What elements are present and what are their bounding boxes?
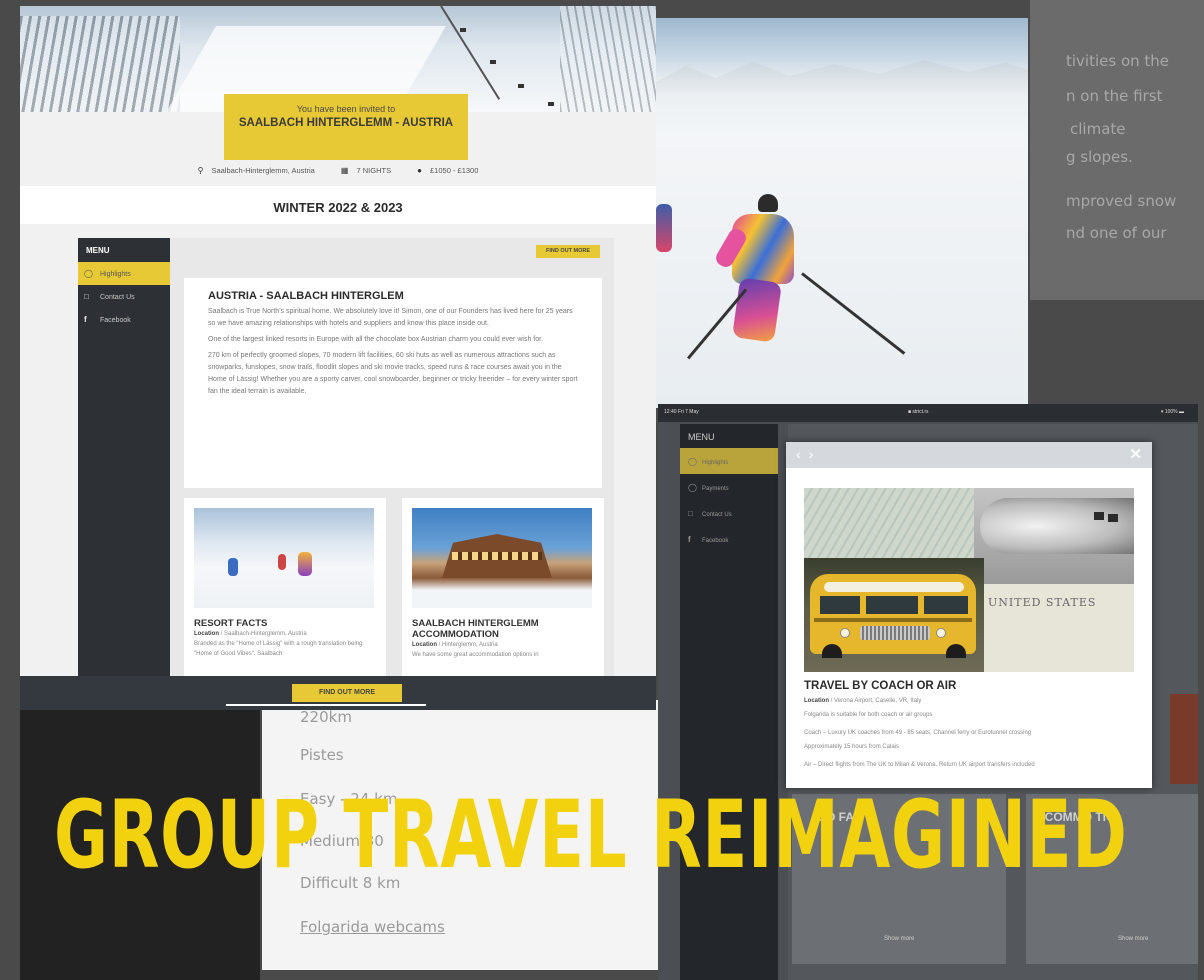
circle-icon: ◯ (688, 457, 697, 466)
location-info: ⚲ Saalbach-Hinterglemm, Austria (197, 166, 315, 175)
modal-text: Air – Direct flights from The UK to Mila… (804, 762, 1035, 768)
card-image (1170, 694, 1198, 784)
background-text: tivities on the (1066, 52, 1170, 70)
card-title: SAALBACH HINTERGLEMM ACCOMMODATION (412, 618, 539, 640)
circle-icon: ◯ (84, 269, 93, 278)
modal-header: ‹› ✕ (786, 442, 1152, 468)
card-text: Branded as the "Home of Lässig" with a r… (194, 641, 363, 657)
calendar-icon: ▦ (340, 166, 349, 175)
travel-collage-image: UNITED STATES (804, 488, 1134, 672)
sidebar-item-contact-us[interactable]: □ Contact Us (78, 285, 170, 308)
show-more-link[interactable]: Show more (1118, 936, 1148, 942)
battery-icon: ▾ 100% ▬ (1160, 409, 1184, 415)
modal-text: Coach – Luxury UK coaches from 49 - 85 s… (804, 730, 1032, 736)
facebook-icon: f (84, 315, 87, 324)
find-out-more-button[interactable]: FIND OUT MORE (536, 245, 600, 258)
travel-modal: ‹› ✕ UNITED STATES TRAVEL BY COACH OR AI… (786, 442, 1152, 788)
pin-icon: ⚲ (197, 166, 204, 175)
menu-title: MENU (688, 432, 715, 442)
chat-icon: □ (84, 292, 89, 301)
background-text: g slopes. (1066, 148, 1133, 166)
status-time: 12:40 Fri 7 May (664, 409, 699, 415)
sidebar-menu: MENU ◯ Highlights □ Contact Us f Facebook (78, 238, 170, 710)
modal-title: TRAVEL BY COACH OR AIR (804, 680, 957, 692)
article-paragraph: One of the largest linked resorts in Eur… (208, 336, 544, 343)
facebook-icon: f (688, 535, 691, 544)
modal-text: Approximately 15 hours from Calais (804, 744, 900, 750)
chat-icon: □ (688, 509, 693, 518)
price-info: ● £1050 - £1300 (417, 166, 479, 175)
invite-banner: You have been invited to SAALBACH HINTER… (224, 94, 468, 160)
article-paragraph: 270 km of perfectly groomed slopes, 70 m… (208, 352, 578, 395)
article-title: AUSTRIA - SAALBACH HINTERGLEM (208, 290, 404, 302)
modal-nav: ‹› (796, 446, 821, 462)
sidebar-item-payments[interactable]: ◯ Payments (680, 474, 778, 500)
status-url: ■ strict.rs (908, 409, 929, 415)
show-more-link[interactable]: Show more (884, 936, 914, 942)
article-paragraph: Saalbach is True North's spiritual home.… (208, 308, 573, 327)
headline: GROUP TRAVEL REIMAGINED (54, 781, 1128, 890)
webcams-link[interactable]: Folgarida webcams (300, 918, 445, 936)
sidebar-item-contact-us[interactable]: □ Contact Us (680, 500, 778, 526)
pound-icon: ◯ (688, 483, 697, 492)
sidebar-item-facebook[interactable]: f Facebook (680, 526, 778, 552)
website-screenshot: You have been invited to SAALBACH HINTER… (20, 6, 656, 710)
card-title: RESORT FACTS (194, 618, 268, 629)
chevron-right-icon[interactable]: › (809, 446, 822, 462)
background-text: climate (1070, 120, 1126, 138)
coin-icon: ● (417, 166, 423, 175)
background-text: Pistes (300, 746, 344, 764)
card-location: Location / Saalbach-Hinterglemm, Austria (194, 631, 307, 637)
sidebar-item-facebook[interactable]: f Facebook (78, 308, 170, 331)
nights-info: ▦ 7 NIGHTS (340, 166, 392, 175)
card-location: Location / Hinterglemm, Austria (412, 642, 498, 648)
background-text: nd one of our (1066, 224, 1167, 242)
trip-info: ⚲ Saalbach-Hinterglemm, Austria ▦ 7 NIGHTS… (20, 166, 656, 175)
background-text: mproved snow (1066, 192, 1177, 210)
chevron-left-icon[interactable]: ‹ (796, 446, 809, 462)
sidebar-item-highlights[interactable]: ◯ Highlights (680, 448, 778, 474)
invite-subtitle: You have been invited to (296, 104, 396, 114)
status-bar: 12:40 Fri 7 May ■ strict.rs ▾ 100% ▬ (658, 404, 1198, 422)
chalet-image (412, 508, 592, 608)
season-title: WINTER 2022 & 2023 (273, 200, 403, 215)
sidebar-item-highlights[interactable]: ◯ Highlights (78, 262, 170, 285)
skier-photo (656, 18, 1028, 408)
resort-facts-card[interactable]: RESORT FACTS Location / Saalbach-Hinterg… (184, 498, 386, 688)
resort-title: SAALBACH HINTERGLEMM - AUSTRIA (238, 117, 454, 129)
resort-article: AUSTRIA - SAALBACH HINTERGLEM Saalbach i… (184, 278, 602, 488)
modal-text: Folgarida is suitable for both coach or … (804, 712, 933, 718)
modal-location: Location / Verona Airport, Caselle, VR, … (804, 698, 922, 704)
tablet-sidebar: MENU ◯ Highlights ◯ Payments □ Contact Us f… (680, 424, 778, 980)
card-text: We have some great accommodation options… (412, 652, 539, 658)
background-text: n on the first (1066, 87, 1163, 105)
stamp-text: UNITED STATES (988, 596, 1097, 609)
scroll-indicator (226, 704, 426, 706)
close-icon[interactable]: ✕ (1129, 445, 1142, 463)
menu-title: MENU (86, 246, 110, 255)
skiers-image (194, 508, 374, 608)
accommodation-card[interactable]: SAALBACH HINTERGLEMM ACCOMMODATION Locat… (402, 498, 604, 688)
background-text: 220km (300, 708, 352, 726)
find-out-more-bottom-button[interactable]: FIND OUT MORE (292, 684, 402, 702)
